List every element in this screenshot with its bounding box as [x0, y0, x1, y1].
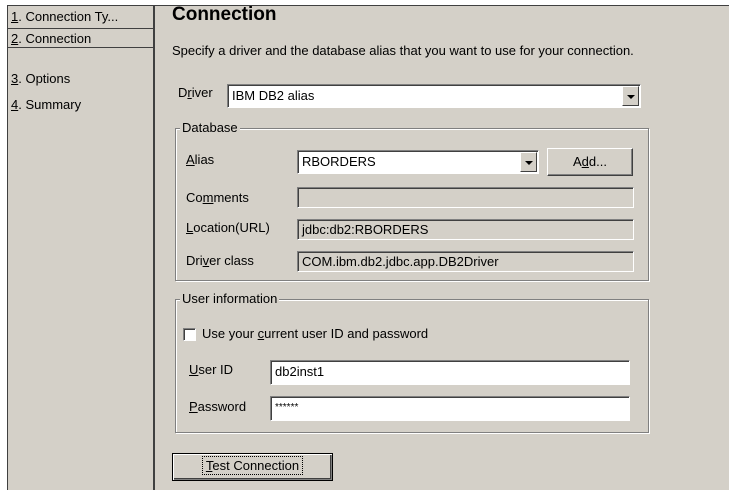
chevron-down-icon[interactable]	[520, 152, 537, 172]
chevron-down-icon[interactable]	[622, 86, 639, 106]
location-field: jdbc:db2:RBORDERS	[297, 219, 634, 240]
page-description: Specify a driver and the database alias …	[172, 43, 634, 58]
driver-class-label: Driver class	[186, 253, 254, 268]
nav-step-connection-type[interactable]: 1. Connection Ty...	[8, 7, 151, 27]
driver-select-value: IBM DB2 alias	[232, 88, 315, 103]
page-title: Connection	[172, 4, 277, 25]
nav-step-summary[interactable]: 4. Summary	[8, 95, 151, 115]
wizard-steps-nav: 1. Connection Ty... 2. Connection 3. Opt…	[8, 6, 155, 490]
driver-select[interactable]: IBM DB2 alias	[227, 84, 641, 108]
nav-step-label: . Summary	[18, 97, 82, 112]
comments-field	[297, 187, 634, 208]
use-current-credentials-label[interactable]: Use your current user ID and password	[202, 326, 428, 341]
nav-step-label: . Connection Ty...	[18, 9, 119, 24]
nav-step-label: . Connection	[18, 31, 92, 46]
password-input[interactable]: ******	[270, 396, 630, 421]
user-id-input[interactable]: db2inst1	[270, 360, 630, 385]
nav-step-connection[interactable]: 2. Connection	[8, 28, 153, 48]
nav-step-label: . Options	[18, 71, 71, 86]
driver-label: Driver	[178, 85, 213, 100]
comments-label: Comments	[186, 190, 249, 205]
user-id-label: User ID	[189, 362, 234, 377]
alias-select[interactable]: RBORDERS	[297, 150, 539, 174]
test-connection-button[interactable]: Test Connection	[172, 453, 333, 481]
test-connection-label: Test Connection	[201, 456, 304, 475]
alias-label: Alias	[186, 152, 215, 167]
user-information-legend: User information	[180, 291, 280, 307]
add-alias-button[interactable]: Add...	[547, 148, 633, 176]
alias-select-value: RBORDERS	[302, 154, 376, 169]
wizard-window: 1. Connection Ty... 2. Connection 3. Opt…	[7, 4, 729, 490]
database-legend: Database	[180, 120, 240, 136]
use-current-credentials-checkbox[interactable]	[183, 328, 196, 341]
nav-step-options[interactable]: 3. Options	[8, 69, 151, 89]
driver-class-field: COM.ibm.db2.jdbc.app.DB2Driver	[297, 251, 634, 272]
location-label: Location(URL)	[186, 220, 270, 235]
password-label: Password	[189, 399, 247, 414]
